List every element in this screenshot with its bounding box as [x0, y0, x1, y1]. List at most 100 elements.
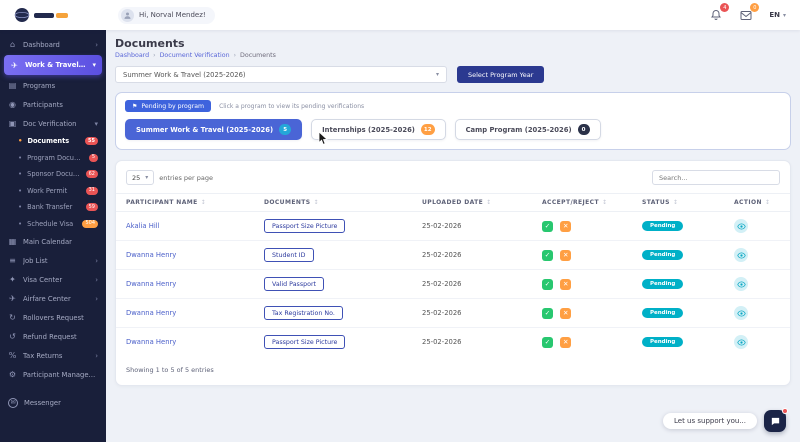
participants-icon: ◉ — [9, 100, 16, 109]
sort-icon: ↕ — [764, 199, 771, 206]
sidebar-item-documents[interactable]: • Documents 55 — [0, 133, 106, 150]
main-content: Documents Dashboard › Document Verificat… — [106, 30, 800, 442]
user-greeting[interactable]: Hi, Norval Mendez! — [118, 6, 215, 24]
uploaded-date: 25-02-2026 — [422, 222, 462, 230]
document-chip[interactable]: Passport Size Picture — [264, 219, 346, 233]
reject-button[interactable]: ✕ — [560, 220, 572, 232]
column-header-documents[interactable]: DOCUMENTS ↕ — [254, 193, 412, 212]
pending-by-program-label: Pending by program — [141, 102, 205, 110]
participant-name[interactable]: Dwanna Henry — [116, 327, 254, 356]
chevron-right-icon: › — [153, 52, 156, 59]
sidebar-item-rollovers-request[interactable]: ↻ Rollovers Request — [0, 308, 106, 327]
sidebar-item-sponsor-documents[interactable]: • Sponsor Documents 62 — [0, 166, 106, 183]
support-chat-prompt[interactable]: Let us support you... — [663, 413, 757, 429]
cross-icon: ✕ — [562, 309, 569, 317]
sidebar-item-refund-request[interactable]: ↺ Refund Request — [0, 327, 106, 346]
bank-transfer-count-badge: 59 — [85, 203, 98, 212]
sort-icon: ↕ — [672, 199, 679, 206]
pending-by-program-button[interactable]: ⚑ Pending by program — [125, 100, 212, 112]
sidebar-item-visa-center[interactable]: ✦ Visa Center › — [0, 270, 106, 289]
chat-bubble-icon — [771, 417, 779, 425]
sidebar-item-doc-verification[interactable]: ▣ Doc Verification ▾ — [0, 114, 106, 133]
tab-label: Internships (2025-2026) — [322, 125, 415, 134]
program-documents-count-badge: 5 — [88, 153, 98, 162]
person-icon — [124, 12, 131, 19]
bullet-icon: • — [18, 137, 23, 146]
sort-icon: ↕ — [486, 199, 492, 206]
cross-icon: ✕ — [562, 280, 569, 288]
sidebar-item-job-list[interactable]: ≡ Job List › — [0, 251, 106, 270]
accept-button[interactable]: ✓ — [542, 307, 553, 319]
cross-icon: ✕ — [562, 251, 569, 259]
column-header-participant-name[interactable]: PARTICIPANT NAME ↕ — [116, 193, 254, 212]
breadcrumb-dashboard[interactable]: Dashboard — [115, 52, 149, 59]
column-header-accept-reject[interactable]: ACCEPT/REJECT ↕ — [532, 193, 632, 212]
chat-launcher-button[interactable] — [764, 408, 788, 432]
check-icon: ✓ — [544, 280, 551, 288]
schedule-visa-count-badge: 504 — [82, 219, 98, 228]
select-program-year-button[interactable]: Select Program Year — [457, 66, 545, 83]
check-icon: ✓ — [544, 309, 551, 317]
participant-name[interactable]: Akalia Hill — [116, 212, 254, 241]
reject-button[interactable]: ✕ — [560, 249, 572, 261]
accept-button[interactable]: ✓ — [542, 336, 553, 348]
reject-button[interactable]: ✕ — [560, 278, 572, 290]
column-header-uploaded-date[interactable]: UPLOADED DATE ↕ — [412, 193, 532, 212]
uploaded-date: 25-02-2026 — [412, 298, 532, 328]
chat-unread-dot — [782, 408, 788, 414]
document-chip[interactable]: Tax Registration No. — [264, 306, 343, 320]
app-logo[interactable] — [14, 7, 106, 23]
uploaded-date: 25-02-2026 — [412, 327, 532, 356]
sidebar-item-bank-transfer[interactable]: • Bank Transfer 59 — [0, 199, 106, 216]
view-button[interactable] — [734, 335, 748, 349]
status-badge: Pending — [642, 337, 684, 347]
accept-button[interactable]: ✓ — [542, 278, 553, 290]
chevron-right-icon: › — [95, 275, 98, 284]
work-permit-count-badge: 31 — [85, 186, 98, 195]
accept-button[interactable]: ✓ — [542, 249, 553, 261]
participant-name[interactable]: Dwanna Henry — [116, 298, 254, 328]
sidebar-item-airfare-center[interactable]: ✈ Airfare Center › — [0, 289, 106, 308]
participant-name[interactable]: Dwanna Henry — [116, 240, 254, 270]
sidebar-item-main-calendar[interactable]: ▦ Main Calendar — [0, 232, 106, 251]
tab-camp-program[interactable]: Camp Program (2025-2026) 0 — [454, 119, 601, 140]
sidebar-item-participants[interactable]: ◉ Participants — [0, 95, 106, 114]
search-input[interactable] — [652, 170, 780, 185]
entries-per-page-value: 25 — [132, 173, 141, 182]
tax-returns-icon: % — [8, 351, 17, 360]
sidebar-item-messenger[interactable]: ✉ Messenger — [0, 393, 106, 412]
rollovers-icon: ↻ — [9, 313, 16, 322]
sidebar-item-dashboard[interactable]: ⌂ Dashboard › — [0, 35, 106, 54]
page-title: Documents — [115, 37, 185, 50]
sidebar-item-programs[interactable]: ▤ Programs — [0, 76, 106, 95]
tab-summer-work-travel[interactable]: Summer Work & Travel (2025-2026) 5 — [125, 119, 303, 140]
view-button[interactable] — [734, 277, 748, 291]
sidebar-item-tax-returns[interactable]: % Tax Returns › — [0, 346, 106, 365]
reject-button[interactable]: ✕ — [560, 336, 572, 348]
entries-per-page-select[interactable]: 25 ▾ — [126, 170, 155, 185]
document-chip[interactable]: Valid Passport — [264, 277, 325, 291]
sidebar-item-schedule-visa[interactable]: • Schedule Visa 504 — [0, 216, 106, 233]
accept-button[interactable]: ✓ — [542, 220, 553, 232]
language-selector[interactable]: EN ▾ — [769, 11, 786, 19]
tab-internships[interactable]: Internships (2025-2026) 12 — [311, 119, 446, 140]
view-button[interactable] — [734, 248, 748, 262]
view-button[interactable] — [734, 306, 748, 320]
document-chip[interactable]: Passport Size Picture — [264, 335, 346, 349]
breadcrumb-document-verification[interactable]: Document Verification — [160, 52, 230, 59]
chevron-down-icon: ▾ — [145, 174, 149, 181]
sidebar-item-participant-management[interactable]: ⚙ Participant Management — [0, 365, 106, 384]
chevron-down-icon: ▾ — [92, 61, 96, 69]
sidebar-item-work-permit[interactable]: • Work Permit 31 — [0, 183, 106, 200]
notification-bell-button[interactable]: 4 — [709, 3, 730, 22]
document-chip[interactable]: Student ID — [264, 248, 314, 262]
participant-name[interactable]: Dwanna Henry — [116, 269, 254, 299]
column-header-status[interactable]: STATUS ↕ — [632, 193, 724, 212]
messages-button[interactable]: 0 — [739, 3, 760, 22]
sidebar-item-program-documents[interactable]: • Program Documents 5 — [0, 150, 106, 167]
view-button[interactable] — [734, 219, 748, 233]
sidebar-item-work-travel-sys[interactable]: ✈ Work & Travel Sys. ▾ — [4, 55, 102, 75]
column-header-action[interactable]: ACTION ↕ — [724, 193, 790, 212]
reject-button[interactable]: ✕ — [560, 307, 572, 319]
program-year-select[interactable]: Summer Work & Travel (2025-2026) ▾ — [115, 66, 447, 83]
